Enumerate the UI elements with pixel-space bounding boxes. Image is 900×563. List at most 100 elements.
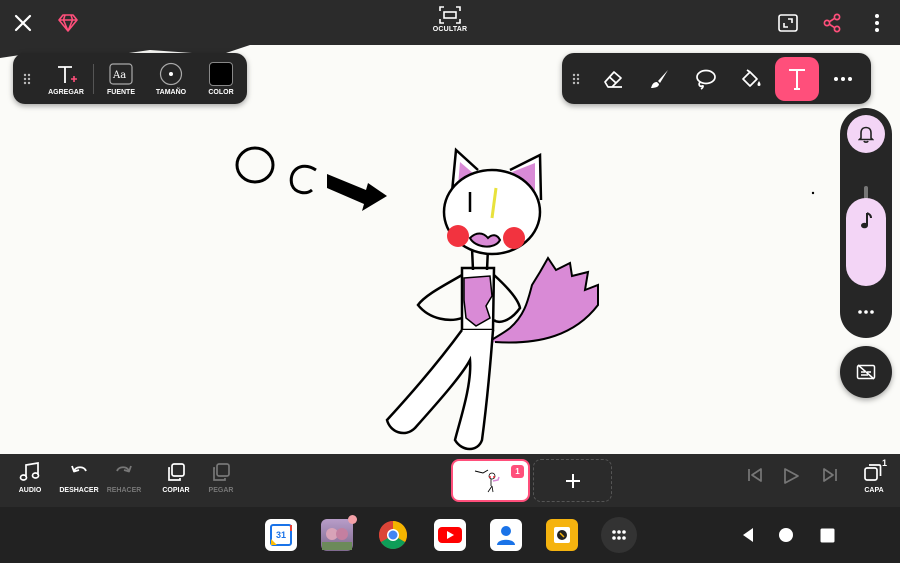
other-app[interactable] xyxy=(546,519,578,551)
size-button[interactable]: TAMAÑO xyxy=(146,54,196,104)
undo-button[interactable]: DESHACER xyxy=(54,462,104,494)
overflow-menu-button[interactable] xyxy=(866,0,888,45)
audio-slider[interactable] xyxy=(846,198,886,286)
add-text-label: AGREGAR xyxy=(48,88,84,96)
add-text-button[interactable]: AGREGAR xyxy=(41,54,91,104)
subtitles-off-icon xyxy=(856,364,876,380)
share-button[interactable] xyxy=(819,0,845,45)
drawn-tail xyxy=(485,256,599,346)
more-tools-button[interactable] xyxy=(821,57,865,101)
undo-icon xyxy=(71,465,87,473)
contacts-app[interactable] xyxy=(490,519,522,551)
redo-label: REHACER xyxy=(106,487,142,494)
last-frame-button[interactable] xyxy=(805,467,855,483)
add-frame-button[interactable] xyxy=(533,459,612,502)
layers-icon xyxy=(864,464,882,481)
nav-home-button[interactable] xyxy=(770,519,802,551)
app-grid-icon xyxy=(612,530,626,540)
fullscreen-icon xyxy=(778,13,798,32)
text-toolbar-drag-handle[interactable] xyxy=(13,73,41,85)
copy-label: COPIAR xyxy=(162,487,190,494)
bottom-bar: AUDIO DESHACER REHACER COPIAR PEGAR 1 1 … xyxy=(0,454,900,507)
premium-button[interactable] xyxy=(54,0,82,45)
more-icon xyxy=(834,76,852,81)
color-swatch xyxy=(209,61,233,86)
hide-ui-icon xyxy=(439,6,461,24)
share-icon xyxy=(823,13,841,32)
text-tool-icon xyxy=(789,68,805,90)
chrome-icon xyxy=(379,521,407,549)
youtube-app[interactable] xyxy=(434,519,466,551)
toolbar-divider xyxy=(93,63,94,94)
calendar-app[interactable]: 31 xyxy=(265,519,297,551)
paste-button[interactable]: PEGAR xyxy=(196,462,246,494)
redo-icon xyxy=(116,465,132,473)
drawn-torso-pattern xyxy=(463,275,493,327)
system-navbar: 31 xyxy=(0,507,900,563)
font-icon: Aa xyxy=(109,62,133,85)
audio-label: AUDIO xyxy=(18,487,42,494)
drawn-letter-o xyxy=(235,146,275,184)
grip-icon xyxy=(572,73,580,84)
drawn-arrow xyxy=(327,174,387,211)
lasso-icon xyxy=(696,69,716,90)
back-triangle-icon xyxy=(743,528,753,542)
youtube-icon xyxy=(438,527,462,543)
layers-label: CAPA xyxy=(864,487,884,494)
audio-button[interactable]: AUDIO xyxy=(5,462,55,494)
gallery-app[interactable] xyxy=(321,515,357,551)
app-drawer[interactable] xyxy=(601,517,637,553)
fill-bucket-icon xyxy=(742,68,761,87)
plus-icon xyxy=(565,473,580,488)
skip-back-icon xyxy=(748,468,762,482)
size-icon xyxy=(159,62,183,85)
music-note-icon xyxy=(861,212,872,229)
recents-square-icon xyxy=(820,528,834,542)
side-panel xyxy=(840,108,892,338)
layers-button[interactable]: 1 CAPA xyxy=(849,458,899,494)
text-tool[interactable] xyxy=(775,56,819,101)
grip-icon xyxy=(23,73,31,84)
hide-ui-button[interactable]: OCULTAR xyxy=(425,6,475,33)
subtitles-toggle-button[interactable] xyxy=(840,346,892,398)
play-icon xyxy=(784,468,799,484)
notification-dot xyxy=(348,515,357,524)
tools-toolbar-drag-handle[interactable] xyxy=(562,73,590,85)
bell-icon xyxy=(858,126,874,143)
add-text-icon xyxy=(58,65,77,83)
side-more-button[interactable] xyxy=(840,302,892,318)
chrome-app[interactable] xyxy=(377,519,409,551)
app-icon xyxy=(554,527,570,543)
fullscreen-button[interactable] xyxy=(775,0,801,45)
notification-button[interactable] xyxy=(847,115,885,153)
close-button[interactable] xyxy=(8,0,38,45)
drawn-legs xyxy=(385,329,495,451)
redo-button[interactable]: REHACER xyxy=(99,462,149,494)
copy-icon xyxy=(168,463,185,481)
paste-label: PEGAR xyxy=(208,487,234,494)
copy-button[interactable]: COPIAR xyxy=(151,462,201,494)
fill-tool[interactable] xyxy=(729,57,773,101)
size-label: TAMAÑO xyxy=(155,88,187,96)
home-circle-icon xyxy=(779,528,793,542)
frame-thumbnail[interactable]: 1 xyxy=(451,459,530,502)
drawn-letter-c xyxy=(289,164,317,195)
music-notes-icon xyxy=(19,462,40,481)
lasso-tool[interactable] xyxy=(683,57,727,101)
color-button[interactable]: COLOR xyxy=(196,54,246,104)
vertical-dots-icon xyxy=(875,13,879,32)
skip-forward-icon xyxy=(823,468,837,482)
nav-recents-button[interactable] xyxy=(811,519,843,551)
brush-tool[interactable] xyxy=(637,57,681,101)
nav-back-button[interactable] xyxy=(732,519,764,551)
tools-toolbar xyxy=(562,53,871,104)
font-button[interactable]: Aa FUENTE xyxy=(96,54,146,104)
font-label: FUENTE xyxy=(107,88,135,96)
canvas-drawing xyxy=(0,45,815,451)
more-icon xyxy=(858,310,874,314)
text-toolbar: AGREGAR Aa FUENTE TAMAÑO COLOR xyxy=(13,53,247,104)
hide-ui-label: OCULTAR xyxy=(432,26,468,33)
layers-icon-wrap: 1 xyxy=(863,458,887,482)
eraser-tool[interactable] xyxy=(591,57,635,101)
drawing-canvas[interactable] xyxy=(0,45,900,454)
